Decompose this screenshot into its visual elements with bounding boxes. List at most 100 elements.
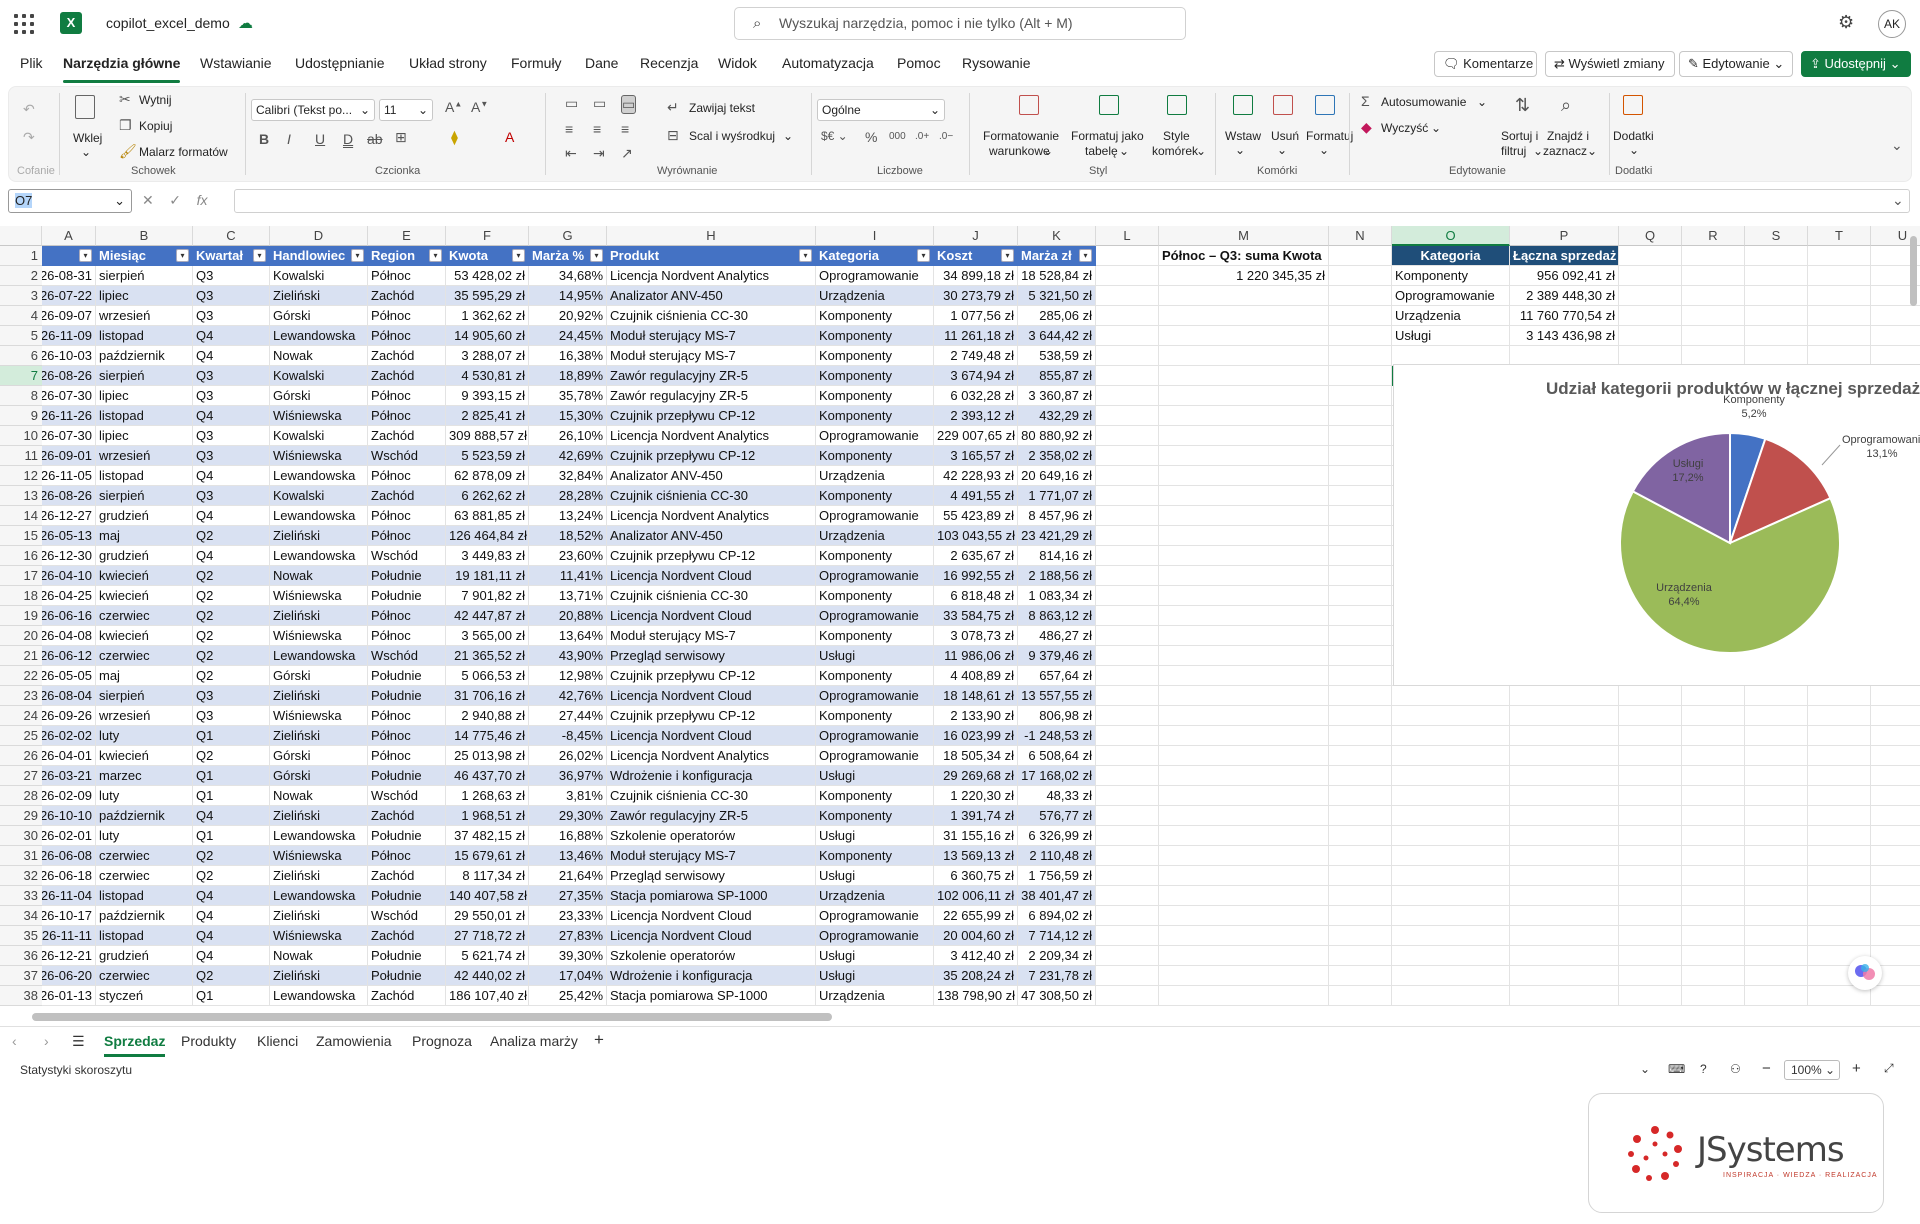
filter-dropdown-icon[interactable]: ▾ [176,249,189,262]
table-cell[interactable]: Licencja Nordvent Cloud [607,726,816,746]
table-cell[interactable]: 11 986,06 zł [934,646,1018,666]
tab-automate[interactable]: Automatyzacja [782,55,874,71]
table-cell[interactable]: 1 268,63 zł [446,786,529,806]
table-cell[interactable]: 18,89% [529,366,607,386]
table-cell[interactable]: Zachód [368,986,446,1006]
table-cell[interactable]: 126 464,84 zł [446,526,529,546]
cut-icon[interactable]: ✂ [119,91,131,108]
formula-input[interactable] [234,189,1910,213]
column-header-c[interactable]: C [193,226,270,246]
paste-dropdown-chevron-icon[interactable]: ⌄ [81,145,91,159]
table-cell[interactable]: Lewandowska [270,326,368,346]
keyboard-icon[interactable]: ⌨ [1668,1062,1685,1076]
table-cell[interactable]: Czujnik ciśnienia CC-30 [607,786,816,806]
row-header[interactable]: 4 [0,306,42,326]
table-cell[interactable]: Usługi [816,766,934,786]
row-header[interactable]: 28 [0,786,42,806]
format-as-table-button[interactable]: Formatuj jako [1071,129,1144,143]
table-cell[interactable]: 576,77 zł [1018,806,1096,826]
table-cell[interactable]: Q3 [193,486,270,506]
table-cell[interactable]: 140 407,58 zł [446,886,529,906]
table-cell[interactable]: 24,45% [529,326,607,346]
table-cell[interactable]: 13,64% [529,626,607,646]
select-all-corner[interactable] [0,226,42,246]
table-cell[interactable]: Zawór regulacyjny ZR-5 [607,386,816,406]
sheet-tab-zamowienia[interactable]: Zamowienia [316,1033,391,1049]
sort-filter-icon[interactable]: ⇅ [1515,95,1530,116]
table-cell[interactable]: Wiśniewska [270,926,368,946]
table-cell[interactable]: Q4 [193,406,270,426]
table-cell[interactable]: Oprogramowanie [816,606,934,626]
table-cell[interactable]: Usługi [816,866,934,886]
table-cell[interactable]: 1 083,34 zł [1018,586,1096,606]
sheet-tab-sprzedaz[interactable]: Sprzedaz [104,1033,166,1057]
table-cell[interactable]: Komponenty [816,666,934,686]
table-cell[interactable]: Południe [368,826,446,846]
table-cell[interactable]: 18 528,84 zł [1018,266,1096,286]
table-cell[interactable]: 138 798,90 zł [934,986,1018,1006]
table-cell[interactable]: 26-10-17 [42,906,96,926]
table-cell[interactable]: Q4 [193,466,270,486]
table-cell[interactable]: Zieliński [270,686,368,706]
table-cell[interactable]: Czujnik przepływu CP-12 [607,546,816,566]
table-cell[interactable]: Moduł sterujący MS-7 [607,346,816,366]
table-cell[interactable]: 16,88% [529,826,607,846]
align-top-icon[interactable]: ▭ [565,95,578,112]
row-header[interactable]: 32 [0,866,42,886]
table-cell[interactable]: 20 649,16 zł [1018,466,1096,486]
clear-chevron-icon[interactable]: ⌄ [1431,121,1441,135]
table-cell[interactable]: Północ [368,606,446,626]
table-cell[interactable]: grudzień [96,546,193,566]
conditional-formatting-sublabel[interactable]: warunkowe [989,144,1050,158]
table-cell[interactable]: luty [96,786,193,806]
status-chevron-icon[interactable]: ⌄ [1640,1062,1650,1076]
table-cell[interactable]: Usługi [816,826,934,846]
filter-dropdown-icon[interactable]: ▾ [79,249,92,262]
column-header-p[interactable]: P [1510,226,1619,246]
table-cell[interactable]: Oprogramowanie [816,266,934,286]
delete-cells-chevron-icon[interactable]: ⌄ [1277,143,1287,157]
table-cell[interactable]: 27 718,72 zł [446,926,529,946]
table-cell[interactable]: 5 066,53 zł [446,666,529,686]
table-cell[interactable]: grudzień [96,946,193,966]
table-cell[interactable]: Zachód [368,426,446,446]
table-cell[interactable]: 2 635,67 zł [934,546,1018,566]
table-cell[interactable]: Północ [368,306,446,326]
table-cell[interactable]: 26-06-20 [42,966,96,986]
cell-styles-chevron-icon[interactable]: ⌄ [1196,144,1206,158]
table-cell[interactable]: 26-08-26 [42,366,96,386]
table-cell[interactable]: Lewandowska [270,466,368,486]
table-cell[interactable]: 5 523,59 zł [446,446,529,466]
table-cell[interactable]: 14 905,60 zł [446,326,529,346]
cell-styles-icon[interactable] [1167,95,1187,115]
table-cell[interactable]: luty [96,826,193,846]
summary-value[interactable]: 1 220 345,35 zł [1159,266,1329,286]
table-cell[interactable]: 17 168,02 zł [1018,766,1096,786]
sheet-tab-produkty[interactable]: Produkty [181,1033,236,1049]
filter-dropdown-icon[interactable]: ▾ [590,249,603,262]
add-sheet-icon[interactable]: + [594,1030,604,1050]
table-cell[interactable]: 17,04% [529,966,607,986]
column-header-j[interactable]: J [934,226,1018,246]
table-cell[interactable]: 26-09-26 [42,706,96,726]
avatar[interactable]: AK [1878,10,1906,38]
table-cell[interactable]: 2 749,48 zł [934,346,1018,366]
redo-icon[interactable]: ↷ [23,129,35,146]
table-cell[interactable]: 2 393,12 zł [934,406,1018,426]
decrease-indent-icon[interactable]: ⇤ [565,145,577,162]
increase-decimal-icon[interactable]: .0+ [915,131,929,142]
table-cell[interactable]: Analizator ANV-450 [607,526,816,546]
table-cell[interactable]: Licencja Nordvent Cloud [607,606,816,626]
row-header[interactable]: 23 [0,686,42,706]
table-cell[interactable]: 42 447,87 zł [446,606,529,626]
tab-help[interactable]: Pomoc [897,55,941,71]
table-cell[interactable]: 31 706,16 zł [446,686,529,706]
copy-icon[interactable]: ❐ [119,117,132,134]
table-cell[interactable]: 3 078,73 zł [934,626,1018,646]
table-cell[interactable]: 26-08-04 [42,686,96,706]
table-cell[interactable]: sierpień [96,486,193,506]
table-cell[interactable]: 26-07-22 [42,286,96,306]
table-cell[interactable]: Górski [270,306,368,326]
table-cell[interactable]: 31 155,16 zł [934,826,1018,846]
row-header[interactable]: 38 [0,986,42,1006]
